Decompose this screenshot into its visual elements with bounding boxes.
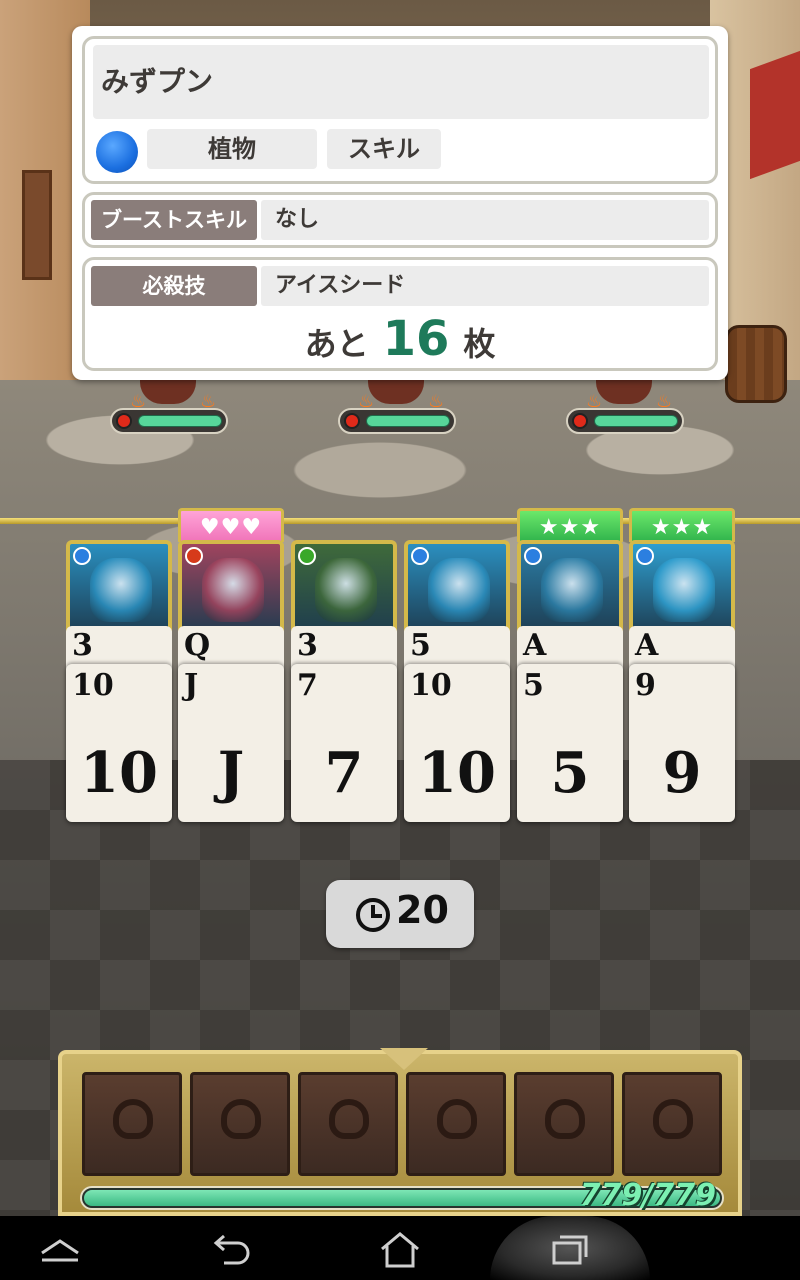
remaining-suffix: 枚 xyxy=(463,325,496,363)
playing-card: 10 10 xyxy=(66,664,172,822)
monster-portrait xyxy=(517,540,623,636)
card-center-rank: 10 xyxy=(418,740,496,806)
boost-skill-value: なし xyxy=(261,200,709,240)
empty-slot-emblem-icon xyxy=(437,1099,477,1139)
empty-slot-emblem-icon xyxy=(653,1099,693,1139)
special-move-value: アイスシード xyxy=(261,266,709,306)
card-corner-rank: 10 xyxy=(72,668,114,703)
timer-value: 20 xyxy=(396,888,449,932)
awning xyxy=(750,50,800,180)
playing-card: 55 xyxy=(517,664,623,822)
clock-icon xyxy=(356,898,390,932)
playing-card: 99 xyxy=(629,664,735,822)
enemy-hp-bar xyxy=(110,408,228,434)
party-tray: 779/779 xyxy=(58,1048,742,1216)
attribute-gem-icon xyxy=(524,547,542,565)
empty-slot-emblem-icon xyxy=(221,1099,261,1139)
card-corner-rank: 10 xyxy=(410,668,452,703)
monster-name: みずプン xyxy=(93,45,709,119)
enemy-attribute-orb xyxy=(344,413,360,429)
enemy-hp-bar xyxy=(338,408,456,434)
card-corner-rank: 7 xyxy=(297,668,318,703)
remaining-count: 16 xyxy=(382,311,450,367)
card-corner-rank: 5 xyxy=(523,668,544,703)
card-center-rank: 5 xyxy=(550,740,590,806)
barrel xyxy=(725,325,787,403)
stars-badge: ★★★ xyxy=(517,508,623,542)
enemy-3[interactable]: ♨ ♨ xyxy=(566,378,684,438)
boost-skill-box: ブーストスキル なし xyxy=(82,192,718,248)
boost-skill-label: ブーストスキル xyxy=(91,200,257,240)
attribute-gem-icon xyxy=(185,547,203,565)
enemy-1[interactable]: ♨ ♨ xyxy=(110,378,228,438)
enemy-hp-fill xyxy=(594,415,678,427)
card-center-rank: J xyxy=(217,740,245,806)
hearts-badge: ♥♥♥ xyxy=(178,508,284,542)
tray-ornament xyxy=(380,1048,428,1070)
empty-slot-emblem-icon xyxy=(113,1099,153,1139)
attribute-gem-icon xyxy=(73,547,91,565)
enemy-hp-fill xyxy=(138,415,222,427)
special-move-label: 必殺技 xyxy=(91,266,257,306)
enemy-attribute-orb xyxy=(572,413,588,429)
recent-apps-icon[interactable] xyxy=(510,1216,630,1280)
stars-badge: ★★★ xyxy=(629,508,735,542)
system-nav-bar xyxy=(0,1216,800,1280)
monster-portrait xyxy=(629,540,735,636)
special-move-box: 必殺技 アイスシード あと 16 枚 xyxy=(82,257,718,371)
party-slot[interactable] xyxy=(190,1072,290,1176)
enemy-2[interactable]: ♨ ♨ xyxy=(338,378,456,438)
monster-image xyxy=(90,558,152,622)
enemy-attribute-orb xyxy=(116,413,132,429)
back-icon[interactable] xyxy=(170,1216,290,1280)
attribute-gem-icon xyxy=(636,547,654,565)
party-slot[interactable] xyxy=(298,1072,398,1176)
monster-portrait xyxy=(291,540,397,636)
party-slot[interactable] xyxy=(82,1072,182,1176)
cards-remaining: あと 16 枚 xyxy=(85,314,715,369)
party-hp-bar: 779/779 xyxy=(80,1178,724,1213)
skill-button[interactable]: スキル xyxy=(327,129,441,169)
playing-card: 77 xyxy=(291,664,397,822)
monster-type: 植物 xyxy=(147,129,317,169)
attribute-gem-icon xyxy=(298,547,316,565)
window xyxy=(22,170,52,280)
water-attribute-icon xyxy=(96,131,138,173)
monster-image xyxy=(653,558,715,622)
enemy-hp-fill xyxy=(366,415,450,427)
card-corner-rank: 9 xyxy=(635,668,656,703)
home-icon[interactable] xyxy=(340,1216,460,1280)
empty-slot-emblem-icon xyxy=(545,1099,585,1139)
monster-info-panel[interactable]: みずプン 植物 スキル ブーストスキル なし 必殺技 アイスシード あと 16 枚 xyxy=(72,26,728,380)
enemy-hp-bar xyxy=(566,408,684,434)
card-corner-rank: J xyxy=(184,668,199,703)
card-center-rank: 10 xyxy=(80,740,158,806)
attribute-gem-icon xyxy=(411,547,429,565)
turn-timer: 20 xyxy=(326,880,474,948)
monster-image xyxy=(202,558,264,622)
card-center-rank: 7 xyxy=(324,740,364,806)
empty-slot-emblem-icon xyxy=(329,1099,369,1139)
monster-portrait xyxy=(66,540,172,636)
monster-image xyxy=(428,558,490,622)
party-slot[interactable] xyxy=(406,1072,506,1176)
playing-card: JJ xyxy=(178,664,284,822)
card-center-rank: 9 xyxy=(662,740,702,806)
party-hp-text: 779/779 xyxy=(579,1178,716,1213)
monster-portrait xyxy=(178,540,284,636)
party-slot[interactable] xyxy=(622,1072,722,1176)
monster-image xyxy=(541,558,603,622)
monster-header-box: みずプン 植物 スキル xyxy=(82,36,718,184)
menu-icon[interactable] xyxy=(0,1216,120,1280)
monster-image xyxy=(315,558,377,622)
party-slot[interactable] xyxy=(514,1072,614,1176)
monster-portrait xyxy=(404,540,510,636)
remaining-prefix: あと xyxy=(304,325,369,363)
playing-card: 10 10 xyxy=(404,664,510,822)
